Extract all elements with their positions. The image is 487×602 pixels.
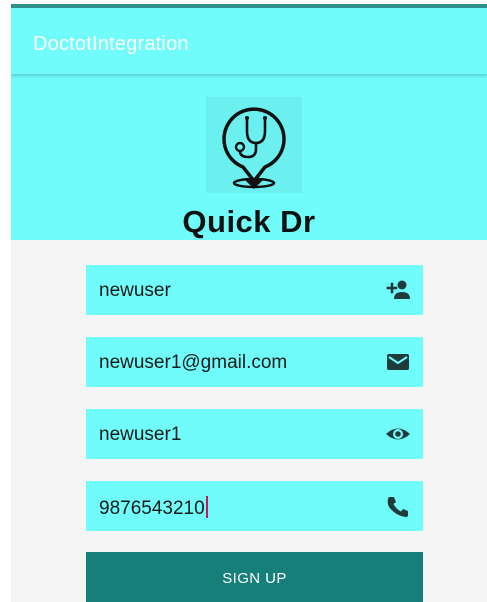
username-field[interactable]: newuser [86,265,423,315]
signup-button[interactable]: SIGN UP [86,552,423,602]
phone-icon [387,497,408,517]
app-screen: DoctotIntegration Quick Dr newuser newus… [11,4,487,602]
app-bar: DoctotIntegration [11,8,487,74]
stethoscope-pin-icon [222,107,286,189]
phone-field[interactable]: 9876543210 [86,481,423,531]
password-field[interactable]: newuser1 [86,409,423,459]
email-field[interactable]: newuser1@gmail.com [86,337,423,387]
text-cursor [205,496,208,518]
phone-input[interactable]: 9876543210 [99,496,208,520]
phone-value: 9876543210 [99,498,205,519]
email-input[interactable]: newuser1@gmail.com [99,352,287,374]
eye-icon[interactable] [385,422,411,446]
add-person-icon [386,280,410,299]
header-banner: Quick Dr [11,74,487,240]
logo [206,97,302,193]
password-input[interactable]: newuser1 [99,424,181,446]
mail-icon [387,354,409,370]
app-title: DoctotIntegration [33,33,189,55]
username-input[interactable]: newuser [99,280,171,302]
brand-title: Quick Dr [182,204,316,239]
